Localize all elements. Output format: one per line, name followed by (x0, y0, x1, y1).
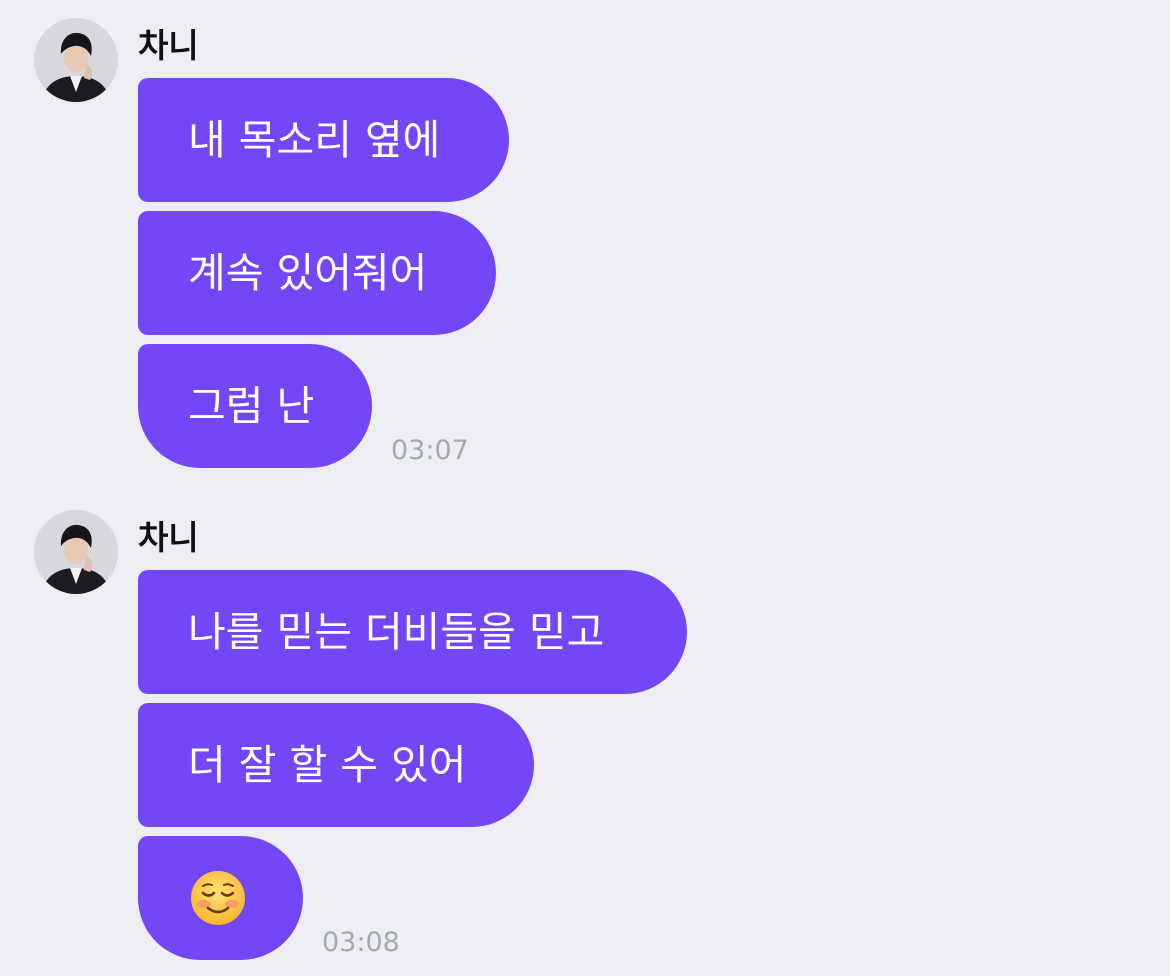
avatar[interactable] (34, 18, 118, 102)
message-text: 그럼 난 (188, 382, 315, 430)
message-bubble[interactable]: 그럼 난 (138, 344, 372, 468)
message-bubble[interactable]: 나를 믿는 더비들을 믿고 (138, 570, 687, 694)
smiling-face-emoji-icon (191, 871, 245, 925)
sender-name: 차니 (138, 518, 199, 557)
profile-photo-icon (34, 510, 118, 594)
message-text: 더 잘 할 수 있어 (188, 741, 467, 789)
sender-name: 차니 (138, 26, 199, 65)
message-bubble[interactable] (138, 836, 303, 960)
profile-photo-icon (34, 18, 118, 102)
message-bubble[interactable]: 계속 있어줘어 (138, 211, 496, 335)
avatar[interactable] (34, 510, 118, 594)
message-timestamp: 03:07 (391, 435, 469, 466)
message-bubble[interactable]: 더 잘 할 수 있어 (138, 703, 534, 827)
message-text: 나를 믿는 더비들을 믿고 (188, 608, 605, 656)
message-timestamp: 03:08 (322, 927, 400, 958)
message-text: 내 목소리 옆에 (188, 116, 441, 164)
message-text: 계속 있어줘어 (188, 249, 428, 297)
message-bubble[interactable]: 내 목소리 옆에 (138, 78, 509, 202)
